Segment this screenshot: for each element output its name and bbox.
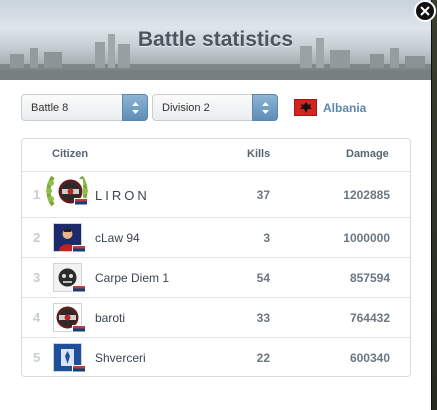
- close-button[interactable]: [414, 0, 436, 22]
- damage-value: 600340: [349, 351, 390, 365]
- table-row[interactable]: 3 Carpe Diem 1 54 857594: [22, 257, 410, 297]
- avatar[interactable]: [58, 179, 88, 208]
- battle-statistics-dialog: Battle statistics Battle 8 Division 2 Al…: [0, 0, 432, 410]
- kills-value: 33: [256, 311, 270, 325]
- dialog-header: Battle statistics: [0, 0, 431, 80]
- citizen-name[interactable]: LIRON: [95, 188, 150, 203]
- row-rank: 4: [33, 310, 41, 325]
- close-icon: [420, 6, 430, 16]
- division-select[interactable]: Division 2: [152, 94, 278, 121]
- avatar[interactable]: [53, 303, 86, 335]
- row-rank: 1: [33, 187, 41, 202]
- battle-select-value: Battle 8: [31, 102, 69, 114]
- chevron-down-icon: [132, 102, 139, 114]
- country-name: Albania: [323, 101, 367, 115]
- dialog-title: Battle statistics: [137, 28, 294, 51]
- serbia-flag-icon: [72, 245, 86, 255]
- table-row[interactable]: 5 Shverceri 22 600340: [22, 337, 410, 377]
- damage-value: 857594: [349, 271, 390, 285]
- damage-value: 1202885: [343, 188, 390, 202]
- table-row[interactable]: 2 cLaw 94 3 1000000: [22, 217, 410, 257]
- table-row[interactable]: 4 baroti 33 764432: [22, 297, 410, 337]
- battle-select[interactable]: Battle 8: [21, 94, 148, 121]
- battle-select-button[interactable]: [122, 94, 148, 121]
- serbia-flag-icon: [74, 198, 88, 208]
- table-row[interactable]: 1 LIRON 37 1202885: [22, 171, 410, 217]
- kills-value: 22: [256, 351, 270, 365]
- column-header-damage: Damage: [346, 148, 389, 160]
- citizen-name[interactable]: cLaw 94: [95, 231, 140, 245]
- column-header-citizen: Citizen: [52, 148, 89, 160]
- row-rank: 5: [33, 350, 41, 365]
- row-rank: 3: [33, 270, 41, 285]
- citizen-name[interactable]: Carpe Diem 1: [95, 271, 169, 285]
- citizen-name[interactable]: Shverceri: [95, 351, 146, 365]
- serbia-flag-icon: [72, 325, 86, 335]
- kills-value: 3: [263, 231, 270, 245]
- damage-value: 1000000: [343, 231, 390, 245]
- damage-value: 764432: [349, 311, 390, 325]
- kills-value: 37: [256, 188, 270, 202]
- serbia-flag-icon: [72, 285, 86, 295]
- column-header-kills: Kills: [247, 148, 271, 160]
- avatar[interactable]: [53, 223, 86, 255]
- division-select-button[interactable]: [252, 94, 278, 121]
- row-rank: 2: [33, 230, 41, 245]
- avatar[interactable]: [53, 263, 86, 295]
- chevron-down-icon: [262, 102, 269, 114]
- avatar[interactable]: [53, 343, 86, 375]
- serbia-flag-icon: [72, 365, 86, 375]
- kills-value: 54: [256, 271, 270, 285]
- division-select-value: Division 2: [162, 102, 210, 114]
- albania-flag-icon: [294, 99, 317, 116]
- citizen-name[interactable]: baroti: [95, 311, 125, 325]
- statistics-table: Citizen Kills Damage 1 LIRON 37 1202885 …: [21, 138, 411, 377]
